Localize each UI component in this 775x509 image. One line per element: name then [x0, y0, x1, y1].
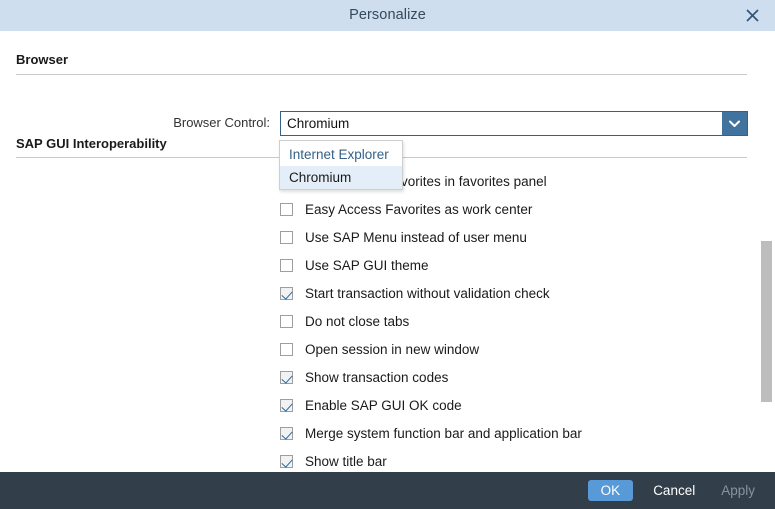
browser-control-label: Browser Control:: [173, 115, 270, 130]
apply-button[interactable]: Apply: [719, 480, 757, 501]
checkbox-start-transaction-without-validation-check[interactable]: [280, 286, 293, 300]
option-label: Use SAP Menu instead of user menu: [305, 229, 527, 245]
dialog-body: Browser Browser Control: Chromium Intern…: [0, 31, 775, 503]
dialog-title-bar: Personalize: [0, 0, 775, 31]
option-row[interactable]: Show transaction codes: [280, 363, 740, 391]
option-row[interactable]: Use SAP Menu instead of user menu: [280, 223, 740, 251]
option-row[interactable]: Start transaction without validation che…: [280, 279, 740, 307]
browser-section-divider: [16, 74, 747, 75]
browser-control-dropdown-list[interactable]: Internet Explorer Chromium: [279, 140, 403, 190]
ok-button[interactable]: OK: [587, 480, 634, 501]
chevron-down-icon[interactable]: [722, 112, 747, 135]
option-label: Open session in new window: [305, 341, 480, 357]
option-label: Start transaction without validation che…: [305, 285, 550, 301]
option-row[interactable]: Enable SAP GUI OK code: [280, 391, 740, 419]
option-label: Easy Access Favorites as work center: [305, 201, 533, 217]
option-row[interactable]: Use SAP GUI theme: [280, 251, 740, 279]
option-row[interactable]: Open session in new window: [280, 335, 740, 363]
checkbox-open-session-in-new-window[interactable]: [280, 342, 293, 356]
checkbox-do-not-close-tabs[interactable]: [280, 314, 293, 328]
sap-gui-options-list: Easy Access Favorites in favorites panel…: [280, 167, 740, 475]
browser-control-combobox[interactable]: Chromium: [280, 111, 748, 136]
checkbox-use-sap-menu-instead-of-user-menu[interactable]: [280, 230, 293, 244]
dialog-scrollbar-thumb[interactable]: [761, 241, 772, 402]
checkbox-show-transaction-codes[interactable]: [280, 370, 293, 384]
personalize-dialog: Personalize Browser Browser Control: Chr…: [0, 0, 775, 509]
dropdown-option-internet-explorer[interactable]: Internet Explorer: [280, 143, 402, 166]
option-label: Enable SAP GUI OK code: [305, 397, 462, 413]
option-row[interactable]: Do not close tabs: [280, 307, 740, 335]
option-row[interactable]: Show title bar: [280, 447, 740, 475]
option-label: Do not close tabs: [305, 313, 410, 329]
option-label: Show transaction codes: [305, 369, 449, 385]
close-icon[interactable]: [735, 0, 769, 31]
option-row[interactable]: Merge system function bar and applicatio…: [280, 419, 740, 447]
option-label: Show title bar: [305, 453, 387, 469]
dialog-title: Personalize: [349, 7, 426, 23]
browser-section-heading: Browser: [16, 52, 69, 67]
dialog-footer: OK Cancel Apply: [0, 472, 775, 509]
option-label: Merge system function bar and applicatio…: [305, 425, 582, 441]
browser-control-value: Chromium: [287, 116, 350, 131]
option-label: Use SAP GUI theme: [305, 257, 429, 273]
checkbox-easy-access-favorites-as-work-center[interactable]: [280, 202, 293, 216]
checkbox-enable-sap-gui-ok-code[interactable]: [280, 398, 293, 412]
checkbox-show-title-bar[interactable]: [280, 454, 293, 468]
dialog-scrollbar-track[interactable]: [759, 62, 775, 503]
checkbox-merge-system-function-bar-and-application-bar[interactable]: [280, 426, 293, 440]
option-row[interactable]: Easy Access Favorites as work center: [280, 195, 740, 223]
cancel-button[interactable]: Cancel: [651, 480, 697, 501]
dropdown-option-chromium[interactable]: Chromium: [280, 166, 402, 189]
checkbox-use-sap-gui-theme[interactable]: [280, 258, 293, 272]
sap-gui-interoperability-heading: SAP GUI Interoperability: [16, 136, 167, 151]
